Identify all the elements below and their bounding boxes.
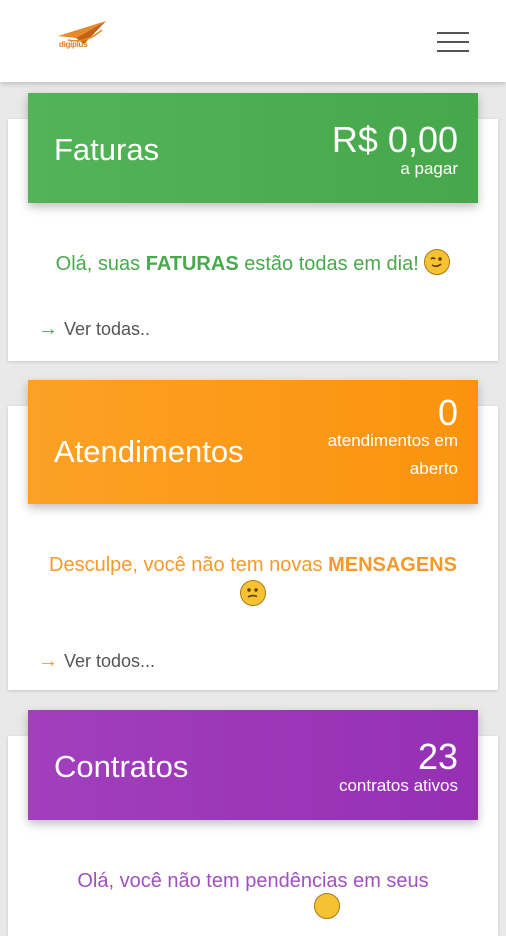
- contracts-title: Contratos: [54, 749, 189, 784]
- tickets-count: 0: [437, 392, 458, 433]
- confused-face-icon: [240, 580, 266, 606]
- invoices-message-bold: FATURAS: [145, 253, 239, 275]
- tickets-header[interactable]: Atendimentos 0 atendimentos em aberto: [28, 380, 478, 504]
- contracts-caption: contratos ativos: [338, 776, 458, 795]
- arrow-right-icon: →: [38, 318, 58, 340]
- winking-face-icon: [424, 249, 451, 275]
- invoices-message-suffix: estão todas em dia!: [238, 253, 419, 275]
- view-all-invoices-link[interactable]: → Ver todas..: [38, 318, 150, 341]
- hamburger-menu-icon[interactable]: [437, 32, 469, 54]
- view-all-tickets-label: Ver todos...: [64, 651, 156, 671]
- invoices-amount-caption: a pagar: [400, 159, 458, 178]
- tickets-title: Atendimentos: [54, 434, 244, 469]
- invoices-header[interactable]: Faturas R$ 0,00 a pagar: [28, 93, 478, 203]
- view-all-invoices-label: Ver todas..: [64, 319, 151, 339]
- contracts-count: 23: [417, 736, 458, 777]
- tickets-caption-line1: atendimentos em: [327, 431, 458, 450]
- partial-emoji-icon: [314, 893, 340, 919]
- tickets-message-prefix: Desculpe, você não tem novas: [49, 554, 329, 576]
- tickets-caption-line2: aberto: [409, 459, 458, 478]
- tickets-message-bold: MENSAGENS: [328, 554, 457, 576]
- contracts-message: Olá, você não tem pendências em seus: [77, 870, 429, 892]
- invoices-title: Faturas: [54, 132, 160, 167]
- invoices-amount: R$ 0,00: [331, 119, 458, 160]
- arrow-right-icon: →: [38, 650, 58, 672]
- tickets-message: Desculpe, você não tem novas MENSAGENS: [0, 550, 506, 610]
- view-all-tickets-link[interactable]: → Ver todos...: [38, 650, 155, 673]
- contracts-header[interactable]: Contratos 23 contratos ativos: [28, 710, 478, 820]
- invoices-message-prefix: Olá, suas: [55, 253, 146, 275]
- invoices-message: Olá, suas FATURAS estão todas em dia!: [0, 249, 506, 279]
- top-bar: digiplus: [0, 0, 506, 82]
- logo-text: digiplus: [59, 40, 88, 49]
- digiplus-logo[interactable]: digiplus: [56, 18, 112, 58]
